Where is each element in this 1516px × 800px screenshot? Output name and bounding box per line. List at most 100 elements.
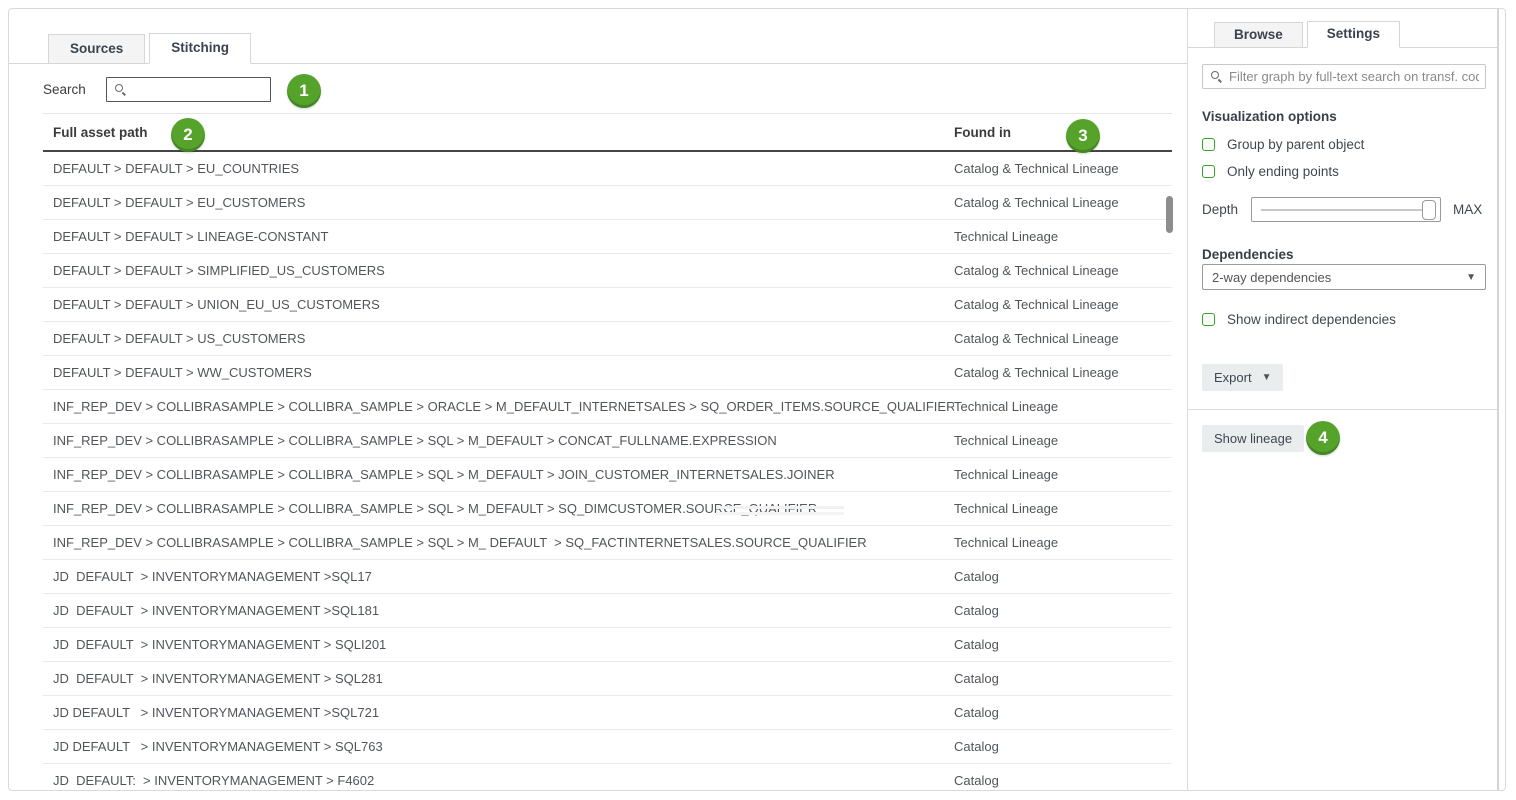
- tab-stitching[interactable]: Stitching: [149, 33, 251, 64]
- depth-slider[interactable]: [1251, 197, 1441, 222]
- table-row[interactable]: JD DEFAULT: > INVENTORYMANAGEMENT > F460…: [43, 764, 1172, 791]
- dependencies-heading: Dependencies: [1202, 247, 1294, 262]
- asset-path-cell: JD DEFAULT > INVENTORYMANAGEMENT >SQL721: [43, 705, 954, 720]
- export-button[interactable]: Export ▼: [1202, 364, 1283, 391]
- found-in-cell: Catalog & Technical Lineage: [954, 195, 1172, 210]
- found-in-cell: Catalog & Technical Lineage: [954, 331, 1172, 346]
- asset-path-cell: JD DEFAULT: > INVENTORYMANAGEMENT > F460…: [43, 773, 954, 788]
- table-row[interactable]: DEFAULT > DEFAULT > WW_CUSTOMERS Catalog…: [43, 356, 1172, 390]
- show-lineage-button-label: Show lineage: [1214, 431, 1292, 446]
- asset-path-cell: JD DEFAULT > INVENTORYMANAGEMENT >SQL181: [43, 603, 954, 618]
- table-row[interactable]: DEFAULT > DEFAULT > EU_CUSTOMERS Catalog…: [43, 186, 1172, 220]
- indirect-dependencies-row: Show indirect dependencies: [1202, 312, 1396, 327]
- export-chevron-down-icon: ▼: [1262, 372, 1272, 383]
- found-in-cell: Technical Lineage: [954, 433, 1172, 448]
- annotation-badge-3: 3: [1066, 119, 1100, 153]
- tab-browse[interactable]: Browse: [1214, 22, 1303, 47]
- table-row[interactable]: DEFAULT > DEFAULT > LINEAGE-CONSTANT Tec…: [43, 220, 1172, 254]
- asset-path-cell: DEFAULT > DEFAULT > EU_CUSTOMERS: [43, 195, 954, 210]
- table-row[interactable]: INF_REP_DEV > COLLIBRASAMPLE > COLLIBRA_…: [43, 526, 1172, 560]
- found-in-cell: Technical Lineage: [954, 229, 1172, 244]
- asset-path-cell: JD DEFAULT > INVENTORYMANAGEMENT >SQL17: [43, 569, 954, 584]
- group-by-parent-row: Group by parent object: [1202, 137, 1364, 152]
- table-row[interactable]: JD DEFAULT > INVENTORYMANAGEMENT > SQLI2…: [43, 628, 1172, 662]
- search-input[interactable]: [106, 77, 271, 102]
- found-in-cell: Technical Lineage: [954, 399, 1172, 414]
- asset-path-cell: DEFAULT > DEFAULT > UNION_EU_US_CUSTOMER…: [43, 297, 954, 312]
- found-in-cell: Catalog: [954, 773, 1172, 788]
- found-in-cell: Catalog: [954, 739, 1172, 754]
- asset-path-cell: INF_REP_DEV > COLLIBRASAMPLE > COLLIBRA_…: [43, 399, 954, 414]
- asset-path-cell: INF_REP_DEV > COLLIBRASAMPLE > COLLIBRA_…: [43, 535, 954, 550]
- filter-graph-input[interactable]: [1202, 64, 1486, 89]
- stitching-table: Full asset path Found in DEFAULT > DEFAU…: [43, 113, 1172, 791]
- table-row[interactable]: JD DEFAULT > INVENTORYMANAGEMENT > SQL28…: [43, 662, 1172, 696]
- found-in-cell: Catalog: [954, 671, 1172, 686]
- depth-row: Depth MAX: [1202, 197, 1482, 222]
- only-ending-points-label: Only ending points: [1227, 164, 1339, 179]
- table-row[interactable]: INF_REP_DEV > COLLIBRASAMPLE > COLLIBRA_…: [43, 458, 1172, 492]
- column-header-found-in[interactable]: Found in: [954, 125, 1172, 140]
- panel-tabbar: Browse Settings: [1188, 21, 1497, 48]
- dependencies-select[interactable]: 2-way dependencies ▼: [1202, 264, 1486, 290]
- table-scrollbar-thumb[interactable]: [1166, 196, 1173, 233]
- table-row[interactable]: JD DEFAULT > INVENTORYMANAGEMENT >SQL721…: [43, 696, 1172, 730]
- panel-right-edge: [1497, 9, 1499, 790]
- table-row[interactable]: INF_REP_DEV > COLLIBRASAMPLE > COLLIBRA_…: [43, 424, 1172, 458]
- filter-field-wrap: [1202, 64, 1486, 89]
- tab-sources[interactable]: Sources: [48, 34, 145, 63]
- depth-slider-handle[interactable]: [1422, 200, 1436, 220]
- asset-path-cell: DEFAULT > DEFAULT > WW_CUSTOMERS: [43, 365, 954, 380]
- table-header-row: Full asset path Found in: [43, 113, 1172, 152]
- group-by-parent-label: Group by parent object: [1227, 137, 1364, 152]
- asset-path-cell: JD DEFAULT > INVENTORYMANAGEMENT > SQL28…: [43, 671, 954, 686]
- found-in-cell: Catalog & Technical Lineage: [954, 365, 1172, 380]
- table-row[interactable]: INF_REP_DEV > COLLIBRASAMPLE > COLLIBRA_…: [43, 390, 1172, 424]
- show-lineage-button[interactable]: Show lineage: [1202, 425, 1304, 452]
- depth-label: Depth: [1202, 202, 1238, 217]
- found-in-cell: Catalog: [954, 705, 1172, 720]
- found-in-cell: Catalog & Technical Lineage: [954, 263, 1172, 278]
- settings-panel: Browse Settings Visualization options Gr…: [1188, 9, 1497, 790]
- only-ending-points-row: Only ending points: [1202, 164, 1339, 179]
- table-row[interactable]: INF_REP_DEV > COLLIBRASAMPLE > COLLIBRA_…: [43, 492, 1172, 526]
- app-window: Sources Stitching Search 1 2 3 Full asse…: [8, 8, 1506, 791]
- asset-path-cell: INF_REP_DEV > COLLIBRASAMPLE > COLLIBRA_…: [43, 433, 954, 448]
- table-row[interactable]: DEFAULT > DEFAULT > SIMPLIFIED_US_CUSTOM…: [43, 254, 1172, 288]
- annotation-badge-1: 1: [287, 74, 321, 108]
- group-by-parent-checkbox[interactable]: [1202, 138, 1215, 151]
- found-in-cell: Catalog & Technical Lineage: [954, 161, 1172, 176]
- found-in-cell: Catalog & Technical Lineage: [954, 297, 1172, 312]
- chevron-down-icon: ▼: [1466, 272, 1476, 283]
- table-row[interactable]: JD DEFAULT > INVENTORYMANAGEMENT > SQL76…: [43, 730, 1172, 764]
- found-in-cell: Catalog: [954, 603, 1172, 618]
- table-row[interactable]: JD DEFAULT > INVENTORYMANAGEMENT >SQL17 …: [43, 560, 1172, 594]
- search-field-wrap: [106, 77, 271, 102]
- table-row[interactable]: JD DEFAULT > INVENTORYMANAGEMENT >SQL181…: [43, 594, 1172, 628]
- annotation-badge-2: 2: [171, 118, 205, 152]
- row-highlight-artifact: [716, 506, 844, 518]
- visualization-options-heading: Visualization options: [1202, 109, 1337, 124]
- panel-section-divider: [1188, 409, 1497, 410]
- found-in-cell: Technical Lineage: [954, 467, 1172, 482]
- found-in-cell: Catalog: [954, 569, 1172, 584]
- table-body: DEFAULT > DEFAULT > EU_COUNTRIES Catalog…: [43, 152, 1172, 791]
- asset-path-cell: JD DEFAULT > INVENTORYMANAGEMENT > SQL76…: [43, 739, 954, 754]
- tab-settings[interactable]: Settings: [1307, 21, 1400, 48]
- asset-path-cell: JD DEFAULT > INVENTORYMANAGEMENT > SQLI2…: [43, 637, 954, 652]
- table-row[interactable]: DEFAULT > DEFAULT > UNION_EU_US_CUSTOMER…: [43, 288, 1172, 322]
- dependencies-selected-value: 2-way dependencies: [1212, 270, 1331, 285]
- depth-max-label: MAX: [1453, 202, 1482, 217]
- indirect-dependencies-checkbox[interactable]: [1202, 313, 1215, 326]
- search-label: Search: [43, 82, 86, 97]
- main-tabbar: Sources Stitching: [9, 33, 1187, 64]
- filter-search-icon: [1211, 71, 1219, 79]
- only-ending-points-checkbox[interactable]: [1202, 165, 1215, 178]
- annotation-badge-4: 4: [1306, 421, 1340, 455]
- asset-path-cell: INF_REP_DEV > COLLIBRASAMPLE > COLLIBRA_…: [43, 467, 954, 482]
- indirect-dependencies-label: Show indirect dependencies: [1227, 312, 1396, 327]
- found-in-cell: Technical Lineage: [954, 535, 1172, 550]
- table-row[interactable]: DEFAULT > DEFAULT > EU_COUNTRIES Catalog…: [43, 152, 1172, 186]
- table-row[interactable]: DEFAULT > DEFAULT > US_CUSTOMERS Catalog…: [43, 322, 1172, 356]
- found-in-cell: Technical Lineage: [954, 501, 1172, 516]
